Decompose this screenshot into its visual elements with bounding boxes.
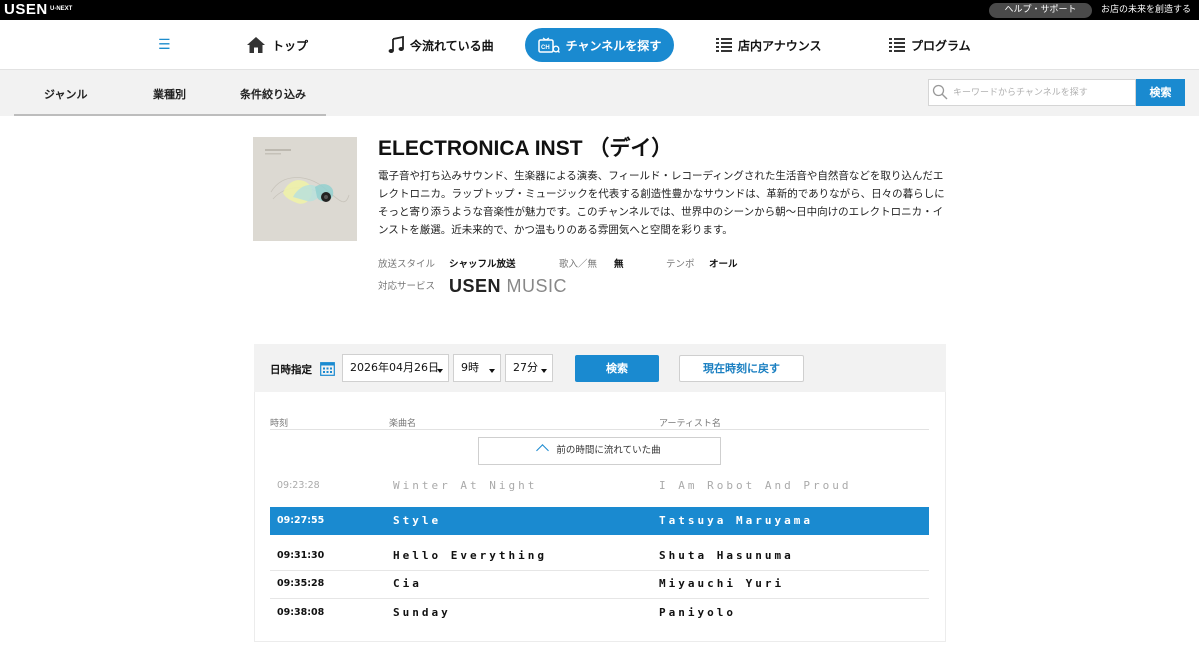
tab-genre[interactable]: ジャンル — [44, 86, 87, 102]
nav-program-label: プログラム — [911, 38, 971, 53]
music-note-icon — [388, 36, 404, 54]
song-artist: I Am Robot And Proud — [659, 479, 852, 492]
channel-artwork — [253, 137, 357, 241]
song-artist: Paniyolo — [659, 606, 736, 619]
grid-icon — [716, 38, 732, 52]
tab-filter[interactable]: 条件絞り込み — [240, 86, 306, 102]
nav-top-label: トップ — [272, 38, 309, 53]
keyword-search-box — [928, 79, 1136, 106]
music-logo-text: MUSIC — [506, 276, 568, 296]
chevron-down-icon — [437, 369, 443, 373]
broadcast-style-label: 放送スタイル — [378, 259, 436, 270]
song-artist: Miyauchi Yuri — [659, 577, 785, 590]
song-title: Winter At Night — [393, 479, 538, 492]
chevron-down-icon — [541, 369, 547, 373]
song-time: 09:38:08 — [277, 607, 325, 618]
minute-select[interactable]: 27分 — [505, 354, 553, 382]
vocal-value: 無 — [614, 259, 624, 270]
broadcast-style-value: シャッフル放送 — [449, 259, 516, 270]
chevron-up-icon — [536, 444, 550, 457]
song-artist: Shuta Hasunuma — [659, 549, 794, 562]
tempo-value: オール — [709, 259, 738, 270]
nav-program[interactable]: プログラム — [889, 28, 971, 62]
keyword-search-button[interactable]: 検索 — [1136, 79, 1185, 106]
nav-channel-search[interactable]: CH チャンネルを探す — [525, 28, 674, 62]
hour-select[interactable]: 9時 — [453, 354, 501, 382]
channel-description: 電子音や打ち込みサウンド、生楽器による演奏、フィールド・レコーディングされた生活… — [378, 170, 945, 236]
calendar-icon[interactable] — [320, 361, 335, 380]
previous-songs-button[interactable]: 前の時間に流れていた曲 — [478, 437, 721, 465]
minute-select-value: 27分 — [513, 361, 538, 374]
keyword-search-input[interactable] — [953, 80, 1133, 105]
chevron-down-icon — [489, 369, 495, 373]
future-link[interactable]: お店の未来を創造する — [1101, 2, 1191, 18]
hamburger-icon[interactable]: ☰ — [158, 37, 171, 53]
usen-logo-text: USEN — [449, 276, 502, 296]
channel-icon: CH — [537, 37, 560, 53]
nav-now-label: 今流れている曲 — [410, 38, 494, 53]
column-time: 時刻 — [270, 419, 289, 429]
unext-logo: U-NEXT — [50, 6, 73, 12]
song-time: 09:27:55 — [277, 515, 325, 526]
nav-now-playing[interactable]: 今流れている曲 — [388, 28, 494, 62]
divider — [270, 429, 929, 430]
service-label: 対応サービス — [378, 281, 436, 292]
date-select[interactable]: 2026年04月26日 — [342, 354, 449, 382]
home-icon — [246, 36, 266, 54]
top-bar: USEN U-NEXT ヘルプ・サポート お店の未来を創造する — [0, 0, 1199, 20]
svg-text:CH: CH — [541, 45, 550, 51]
main-nav: ☰ トップ 今流れている曲 CH チャンネルを探す 店内アナウンス プログラム — [0, 20, 1199, 70]
nav-announcement-label: 店内アナウンス — [738, 38, 822, 53]
search-icon — [932, 84, 948, 104]
back-to-now-button[interactable]: 現在時刻に戻す — [679, 355, 804, 382]
song-time: 09:35:28 — [277, 578, 325, 589]
schedule-search-button[interactable]: 検索 — [575, 355, 659, 382]
song-row[interactable]: 09:31:30 Hello Everything Shuta Hasunuma — [270, 542, 929, 570]
help-support-button[interactable]: ヘルプ・サポート — [989, 3, 1092, 18]
nav-top[interactable]: トップ — [246, 28, 308, 62]
song-time: 09:31:30 — [277, 550, 325, 561]
song-row-current[interactable]: 09:27:55 Style Tatsuya Maruyama — [270, 507, 929, 535]
usen-music-logo: USEN MUSIC — [449, 276, 567, 296]
nav-announcement[interactable]: 店内アナウンス — [716, 28, 822, 62]
previous-songs-label: 前の時間に流れていた曲 — [556, 445, 661, 456]
song-row[interactable]: 09:23:28 Winter At Night I Am Robot And … — [270, 472, 929, 500]
usen-logo[interactable]: USEN — [4, 1, 48, 19]
song-time: 09:23:28 — [277, 480, 320, 491]
tempo-label: テンポ — [666, 259, 695, 270]
song-row[interactable]: 09:35:28 Cia Miyauchi Yuri — [270, 570, 929, 598]
song-row[interactable]: 09:38:08 Sunday Paniyolo — [270, 599, 929, 627]
column-artist: アーティスト名 — [659, 419, 721, 429]
tab-business-type[interactable]: 業種別 — [153, 86, 186, 102]
song-title: Style — [393, 514, 442, 527]
column-title: 楽曲名 — [389, 419, 417, 429]
vocal-label: 歌入／無 — [559, 259, 598, 270]
datetime-label: 日時指定 — [270, 364, 312, 376]
sub-nav: ジャンル 業種別 条件絞り込み 検索 — [0, 70, 1199, 116]
song-artist: Tatsuya Maruyama — [659, 514, 813, 527]
date-select-value: 2026年04月26日 — [350, 361, 439, 374]
hour-select-value: 9時 — [461, 361, 479, 374]
grid-icon — [889, 38, 905, 52]
channel-title: ELECTRONICA INST （デイ） — [378, 137, 673, 160]
song-title: Cia — [393, 577, 422, 590]
song-title: Sunday — [393, 606, 451, 619]
nav-channel-label: チャンネルを探す — [565, 38, 662, 53]
tab-underline — [14, 114, 326, 116]
song-title: Hello Everything — [393, 549, 547, 562]
